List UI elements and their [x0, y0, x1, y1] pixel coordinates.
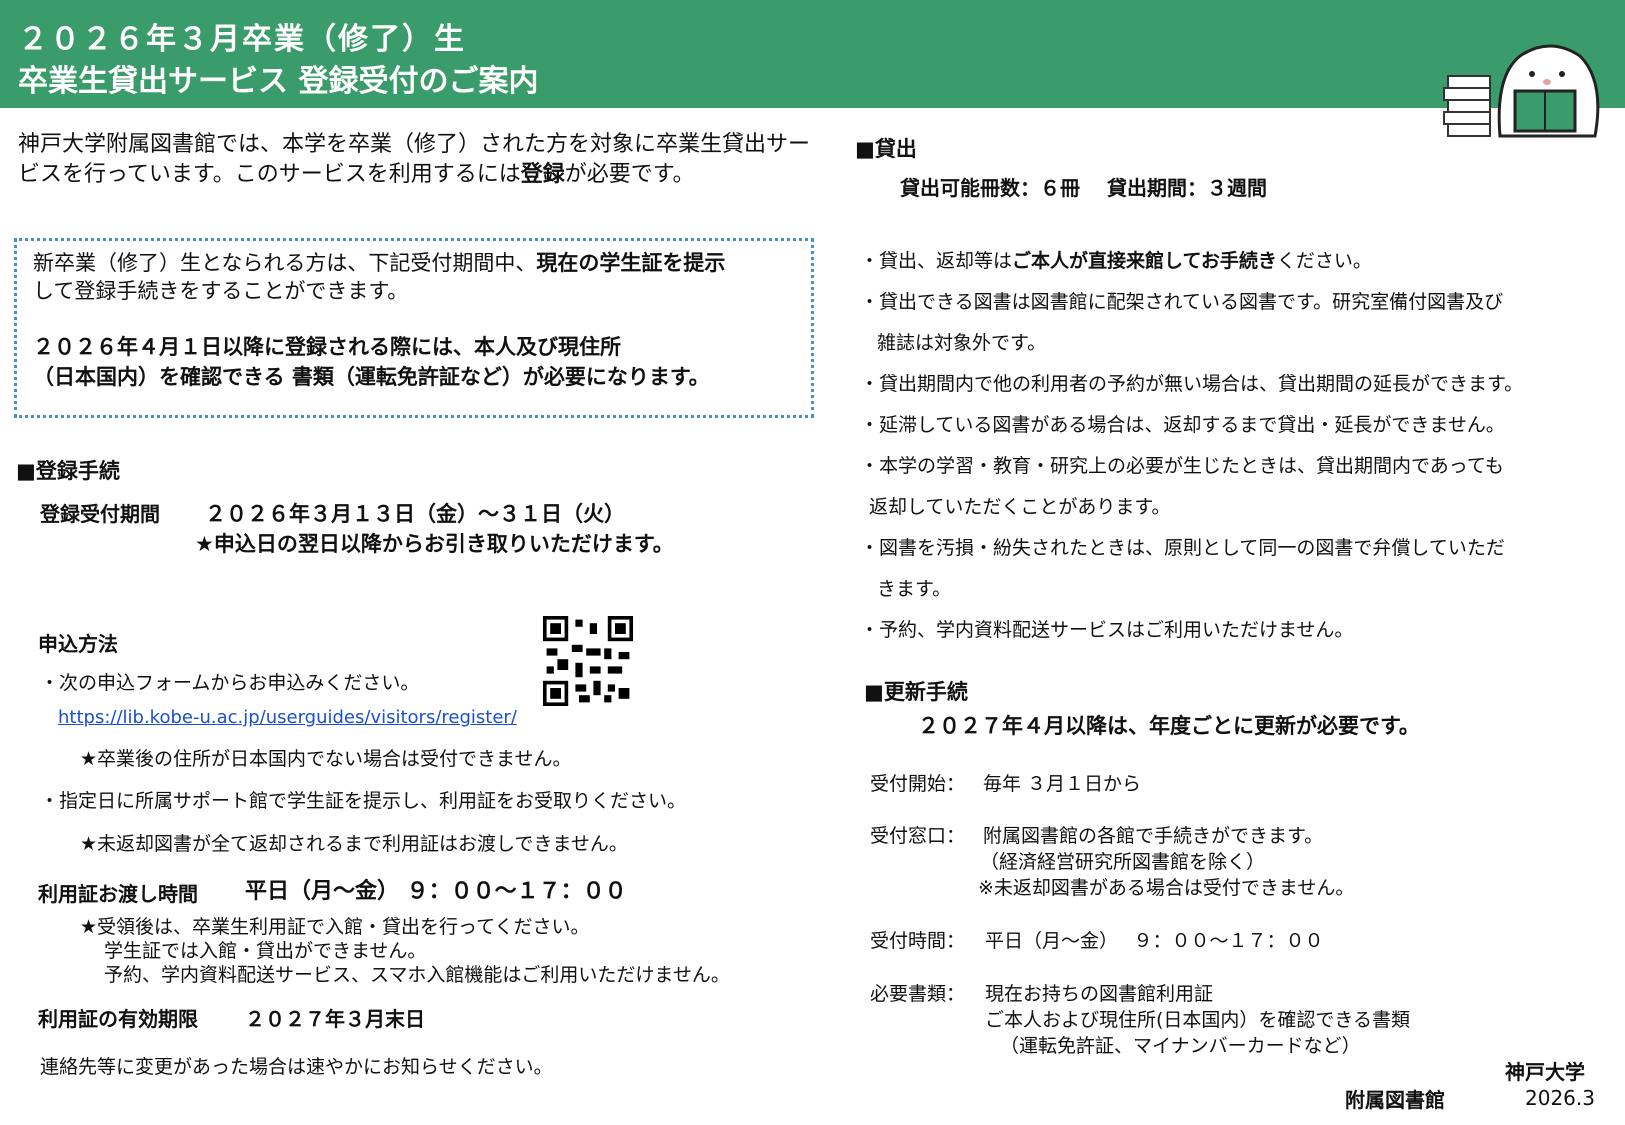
intro-text-end: が必要です。 — [564, 162, 695, 187]
handover-note2: 学生証では入館・貸出ができません。 — [104, 940, 427, 962]
handover-value: 平日（月～金） ９：００～１７：００ — [245, 879, 627, 904]
contact-note: 連絡先等に変更があった場合は速やかにお知らせください。 — [40, 1056, 553, 1078]
renewal-note: ２０２７年４月以降は、年度ごとに更新が必要です。 — [918, 714, 1420, 738]
footer-date: 2026.3 — [1525, 1086, 1595, 1110]
method-note2: ★未返却図書が全て返却されるまで利用証はお渡しできません。 — [80, 833, 628, 855]
lending-rule5b: 返却していただくことがあります。 — [869, 496, 1171, 518]
handover-note3: 予約、学内資料配送サービス、スマホ入館機能はご利用いただけません。 — [104, 964, 730, 986]
lending-rule1-text: ・貸出、返却等は — [860, 250, 1013, 272]
period-value: ２０２６年３月１３日（金）～３１日（火） — [205, 502, 625, 526]
lending-rule2a: ・貸出できる図書は図書館に配架されている図書です。研究室備付図書及び — [860, 291, 1504, 313]
renewal-window-value1: 附属図書館の各館で手続きができます。 — [983, 825, 1324, 847]
handover-note1: ★受領後は、卒業生利用証で入館・貸出を行ってください。 — [80, 916, 590, 938]
notice-line1-text: 新卒業（修了）生となられる方は、下記受付期間中、 — [33, 251, 537, 275]
lending-heading: ■貸出 — [855, 137, 917, 161]
notice-line3: ２０２６年４月１日以降に登録される際には、本人及び現住所 — [33, 335, 621, 359]
renewal-heading: ■更新手続 — [864, 680, 968, 704]
notice-line1: 新卒業（修了）生となられる方は、下記受付期間中、現在の学生証を提示 — [33, 249, 725, 277]
notice-box: 新卒業（修了）生となられる方は、下記受付期間中、現在の学生証を提示 して登録手続… — [14, 238, 814, 418]
lending-rule6a: ・図書を汚損・紛失されたときは、原則として同一の図書で弁償していただ — [860, 537, 1505, 559]
renewal-docs-value2: ご本人および現住所(日本国内）を確認できる書類 — [985, 1009, 1411, 1031]
intro-bold-registration: 登録 — [520, 162, 565, 187]
intro-paragraph: 神戸大学附属図書館では、本学を卒業（修了）された方を対象に卒業生貸出サービスを行… — [18, 130, 818, 190]
header-title-line2: 卒業生貸出サービス 登録受付のご案内 — [18, 64, 539, 99]
qr-code-icon[interactable] — [543, 616, 633, 706]
register-form-link[interactable]: https://lib.kobe-u.ac.jp/userguides/visi… — [58, 707, 517, 728]
validity-label: 利用証の有効期限 — [38, 1007, 198, 1031]
header-banner: ２０２６年３月卒業（修了）生 卒業生貸出サービス 登録受付のご案内 — [0, 0, 1625, 108]
notice-line1-bold: 現在の学生証を提示 — [536, 251, 726, 275]
lending-rule7: ・予約、学内資料配送サービスはご利用いただけません。 — [860, 619, 1354, 641]
renewal-docs-value3: （運転免許証、マイナンバーカードなど） — [1000, 1035, 1361, 1057]
renewal-docs-label: 必要書類： — [870, 983, 966, 1005]
lending-rule1-end: ください。 — [1276, 250, 1372, 272]
method-step2: ・指定日に所属サポート館で学生証を提示し、利用証をお受取りください。 — [40, 790, 687, 812]
renewal-docs-value1: 現在お持ちの図書館利用証 — [985, 983, 1214, 1005]
lending-rule3: ・貸出期間内で他の利用者の予約が無い場合は、貸出期間の延長ができます。 — [860, 373, 1524, 395]
footer-university: 神戸大学 — [1505, 1060, 1585, 1084]
method-heading: 申込方法 — [38, 632, 118, 656]
period-note: ★申込日の翌日以降からお引き取りいただけます。 — [195, 532, 674, 556]
header-title-line1: ２０２６年３月卒業（修了）生 — [18, 22, 466, 57]
mascot-reading-illustration — [1443, 44, 1600, 138]
registration-heading: ■登録手続 — [16, 459, 120, 483]
renewal-window-label: 受付窓口： — [870, 825, 966, 847]
lending-rule5a: ・本学の学習・教育・研究上の必要が生じたときは、貸出期間内であっても — [860, 455, 1504, 477]
notice-line4: （日本国内）を確認できる 書類（運転免許証など）が必要になります。 — [33, 365, 710, 389]
renewal-start-label: 受付開始： — [870, 773, 966, 795]
notice-line2: して登録手続きをすることができます。 — [33, 279, 409, 303]
validity-value: ２０２７年３月末日 — [245, 1007, 425, 1031]
lending-rule1: ・貸出、返却等はご本人が直接来館してお手続きください。 — [860, 246, 1372, 273]
lending-rule4: ・延滞している図書がある場合は、返却するまで貸出・延長ができません。 — [860, 414, 1505, 436]
lending-rule6b: きます。 — [877, 578, 952, 600]
renewal-time-label: 受付時間： — [870, 930, 966, 952]
method-step1: ・次の申込フォームからお申込みください。 — [40, 672, 420, 694]
renewal-time-value: 平日（月～金） ９：００～１７：００ — [985, 930, 1324, 952]
period-label: 登録受付期間 — [40, 502, 160, 526]
lending-rule2b: 雑誌は対象外です。 — [877, 332, 1047, 354]
lending-limits: 貸出可能冊数：６冊 貸出期間：３週間 — [900, 176, 1267, 200]
renewal-window-value2: （経済経営研究所図書館を除く） — [980, 851, 1266, 873]
renewal-start-value: 毎年 ３月１日から — [983, 773, 1142, 795]
lending-rule1-bold: ご本人が直接来館してお手続き — [1012, 250, 1277, 272]
renewal-window-value3: ※未返却図書がある場合は受付できません。 — [978, 877, 1355, 899]
method-note1: ★卒業後の住所が日本国内でない場合は受付できません。 — [80, 748, 572, 770]
handover-label: 利用証お渡し時間 — [38, 882, 198, 906]
footer-library: 附属図書館 — [1345, 1088, 1445, 1112]
